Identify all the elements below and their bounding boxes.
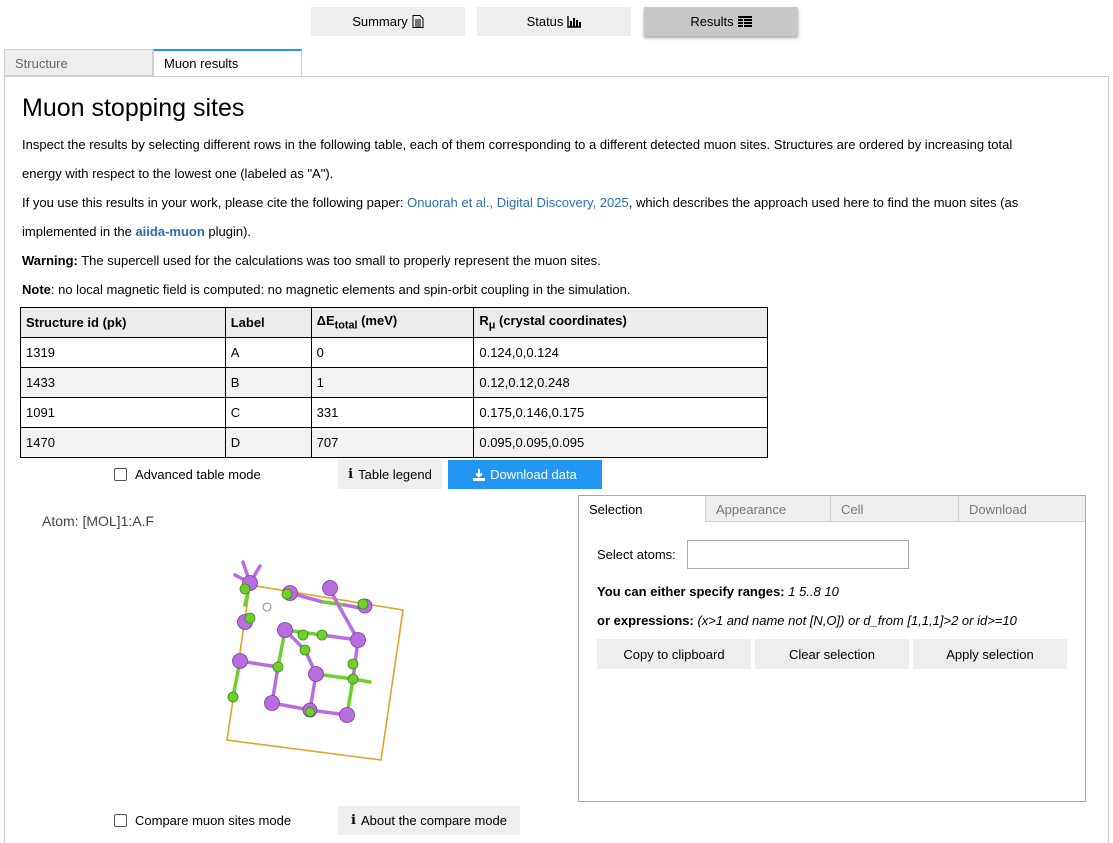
advanced-mode-checkbox[interactable] xyxy=(114,468,127,481)
compare-mode-label: Compare muon sites mode xyxy=(135,813,292,828)
header-energy-prefix: ΔE xyxy=(316,313,335,329)
cell-energy: 0 xyxy=(310,337,475,368)
tab-selection-label: Selection xyxy=(589,502,643,517)
header-pos-prefix: R xyxy=(479,313,489,329)
table-legend-label: Table legend xyxy=(358,467,432,482)
cell-position: 0.124,0,0.124 xyxy=(473,337,768,368)
about-compare-button[interactable]: i About the compare mode xyxy=(338,806,520,835)
results-label: Results xyxy=(690,14,734,29)
advanced-mode-toggle[interactable]: Advanced table mode xyxy=(114,467,261,482)
ranges-hint: You can either specify ranges: 1 5..8 10 xyxy=(597,584,839,599)
paper-link[interactable]: Onuorah et al., Digital Discovery, 2025 xyxy=(407,195,629,210)
tab-selection[interactable]: Selection xyxy=(579,496,706,522)
plugin-link[interactable]: aiida-muon xyxy=(135,224,204,239)
table-row[interactable]: 1433 B 1 0.12,0.12,0.248 xyxy=(20,367,768,398)
tab-structure[interactable]: Structure xyxy=(4,49,153,76)
cell-label: B xyxy=(224,367,312,398)
cell-label: D xyxy=(224,427,312,458)
cell-position: 0.175,0.146,0.175 xyxy=(473,397,768,428)
summary-button[interactable]: Summary xyxy=(311,7,465,36)
bar-chart-icon xyxy=(567,15,582,28)
ranges-example: 1 5..8 10 xyxy=(784,584,839,599)
cell-id: 1433 xyxy=(20,367,226,398)
select-atoms-label: Select atoms: xyxy=(597,547,676,562)
select-atoms-input[interactable] xyxy=(687,540,909,569)
tab-download[interactable]: Download xyxy=(959,496,1085,522)
note-body: : no local magnetic field is computed: n… xyxy=(50,282,631,297)
cite-prefix: If you use this results in your work, pl… xyxy=(22,195,408,210)
cell-label: A xyxy=(224,337,312,368)
advanced-mode-label: Advanced table mode xyxy=(135,467,261,482)
tab-appearance[interactable]: Appearance xyxy=(706,496,831,522)
cell-label: C xyxy=(224,397,312,428)
cell-position: 0.12,0.12,0.248 xyxy=(473,367,768,398)
cite-line2-suffix: plugin). xyxy=(204,224,252,239)
expressions-example: (x>1 and name not [N,O]) or d_from [1,1,… xyxy=(693,613,1017,628)
header-energy-suffix: (meV) xyxy=(357,313,398,329)
cell-energy: 331 xyxy=(310,397,475,428)
document-icon xyxy=(412,15,424,28)
expressions-hint: or expressions: (x>1 and name not [N,O])… xyxy=(597,613,1017,628)
tab-muon-results-label: Muon results xyxy=(164,56,239,71)
warning-text: Warning: The supercell used for the calc… xyxy=(22,253,601,269)
info-icon: i xyxy=(351,813,356,828)
header-position: Rμ (crystal coordinates) xyxy=(473,307,768,338)
cell-energy: 1 xyxy=(310,367,475,398)
download-icon xyxy=(473,468,486,481)
intro-text-1: Inspect the results by selecting differe… xyxy=(22,137,1013,152)
structure-viewer[interactable] xyxy=(215,550,415,765)
muon-sites-table: Structure id (pk) Label ΔEtotal (meV) Rμ… xyxy=(20,307,768,458)
copy-to-clipboard-button[interactable]: Copy to clipboard xyxy=(597,639,751,669)
note-label: Note xyxy=(22,282,51,297)
about-compare-label: About the compare mode xyxy=(360,813,507,828)
summary-label: Summary xyxy=(352,14,408,29)
table-row[interactable]: 1470 D 707 0.095,0.095,0.095 xyxy=(20,427,768,458)
results-button[interactable]: Results xyxy=(644,7,798,36)
status-button[interactable]: Status xyxy=(477,7,631,36)
download-data-label: Download data xyxy=(490,467,577,482)
muon-site xyxy=(262,602,272,612)
cite-text-2: implemented in the aiida-muon plugin). xyxy=(22,224,251,240)
note-text: Note: no local magnetic field is compute… xyxy=(22,282,630,298)
tab-structure-label: Structure xyxy=(15,56,68,71)
info-icon: i xyxy=(348,467,354,482)
intro-text-2: energy with respect to the lowest one (l… xyxy=(22,166,334,181)
download-data-button[interactable]: Download data xyxy=(448,460,602,489)
cell-energy: 707 xyxy=(310,427,475,458)
cell-id: 1319 xyxy=(20,337,226,368)
header-energy-sub: total xyxy=(334,319,358,332)
table-row[interactable]: 1091 C 331 0.175,0.146,0.175 xyxy=(20,397,768,428)
header-energy: ΔEtotal (meV) xyxy=(310,307,475,338)
warning-label: Warning: xyxy=(22,253,78,268)
page-title: Muon stopping sites xyxy=(22,94,245,122)
status-label: Status xyxy=(526,14,564,29)
table-icon xyxy=(737,16,752,27)
cell-position: 0.095,0.095,0.095 xyxy=(473,427,768,458)
cite-line2-prefix: implemented in the xyxy=(22,224,136,239)
apply-selection-button[interactable]: Apply selection xyxy=(913,639,1067,669)
header-structure-id: Structure id (pk) xyxy=(20,307,226,338)
table-row[interactable]: 1319 A 0 0.124,0,0.124 xyxy=(20,337,768,368)
tab-download-label: Download xyxy=(969,502,1027,517)
tab-appearance-label: Appearance xyxy=(716,502,787,517)
table-header-row: Structure id (pk) Label ΔEtotal (meV) Rμ… xyxy=(20,307,768,338)
tab-cell[interactable]: Cell xyxy=(831,496,959,522)
table-legend-button[interactable]: i Table legend xyxy=(338,460,442,489)
compare-mode-toggle[interactable]: Compare muon sites mode xyxy=(114,813,291,828)
clear-selection-button[interactable]: Clear selection xyxy=(755,639,909,669)
ranges-label: You can either specify ranges: xyxy=(597,584,785,599)
cell-id: 1470 xyxy=(20,427,226,458)
cite-text: If you use this results in your work, pl… xyxy=(22,195,1018,211)
header-label: Label xyxy=(224,307,312,338)
warning-body: The supercell used for the calculations … xyxy=(77,253,601,268)
cell-id: 1091 xyxy=(20,397,226,428)
tab-muon-results[interactable]: Muon results xyxy=(153,49,302,76)
expressions-label: or expressions: xyxy=(597,613,694,628)
atom-info-label: Atom: [MOL]1:A.F xyxy=(42,513,155,529)
header-pos-suffix: (crystal coordinates) xyxy=(495,313,627,329)
compare-mode-checkbox[interactable] xyxy=(114,814,127,827)
tab-cell-label: Cell xyxy=(841,502,864,517)
cite-suffix: , which describes the approach used here… xyxy=(628,195,1019,210)
